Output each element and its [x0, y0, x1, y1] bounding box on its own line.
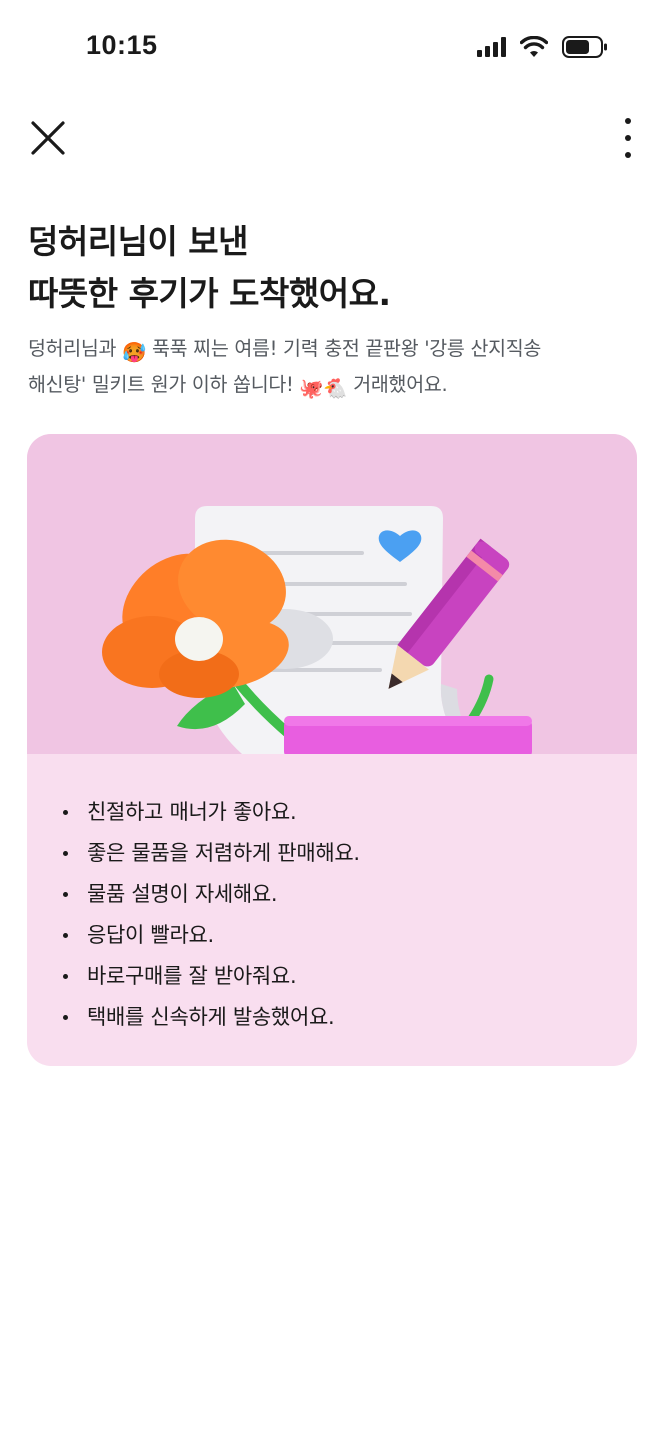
- title-line-1: 덩허리님이 보낸: [28, 222, 249, 261]
- description-line-1: 덩허리님과 🥵 푹푹 찌는 여름! 기력 충전 끝판왕 '강릉 산지직송: [28, 333, 608, 369]
- page-title: 덩허리님이 보낸 따뜻한 후기가 도착했어요.: [28, 216, 628, 320]
- hot-face-emoji: 🥵: [122, 341, 147, 364]
- signal-icon: [477, 37, 506, 57]
- status-icons: [477, 36, 608, 58]
- more-vertical-icon: [625, 118, 631, 124]
- list-item: 친절하고 매너가 좋아요.: [59, 792, 619, 833]
- status-time: 10:15: [86, 30, 158, 60]
- review-card: 친절하고 매너가 좋아요. 좋은 물품을 저렴하게 판매해요. 물품 설명이 자…: [27, 434, 637, 1066]
- review-tags-list: 친절하고 매너가 좋아요. 좋은 물품을 저렴하게 판매해요. 물품 설명이 자…: [59, 792, 619, 1038]
- more-options-button[interactable]: [622, 118, 634, 158]
- card-illustration: [27, 434, 637, 761]
- description-line-2: 해신탕' 밀키트 원가 이하 쏩니다! 🐙🐔 거래했어요.: [28, 369, 608, 405]
- title-line-2: 따뜻한 후기가 도착했어요.: [28, 274, 391, 313]
- list-item: 좋은 물품을 저렴하게 판매해요.: [59, 833, 619, 874]
- list-item: 택배를 신속하게 발송했어요.: [59, 997, 619, 1038]
- list-item: 물품 설명이 자세해요.: [59, 874, 619, 915]
- letter-flower-pencil-illustration: [102, 506, 532, 761]
- chicken-emoji: 🐔: [323, 377, 348, 400]
- close-icon: [31, 121, 65, 155]
- close-button[interactable]: [26, 116, 70, 160]
- status-bar: 10:15: [0, 0, 664, 100]
- review-description: 덩허리님과 🥵 푹푹 찌는 여름! 기력 충전 끝판왕 '강릉 산지직송 해신탕…: [28, 333, 608, 405]
- top-navigation: [0, 100, 664, 180]
- battery-icon: [562, 36, 607, 58]
- wifi-icon: [520, 36, 548, 57]
- octopus-emoji: 🐙: [299, 377, 324, 400]
- list-item: 응답이 빨라요.: [59, 915, 619, 956]
- list-item: 바로구매를 잘 받아줘요.: [59, 956, 619, 997]
